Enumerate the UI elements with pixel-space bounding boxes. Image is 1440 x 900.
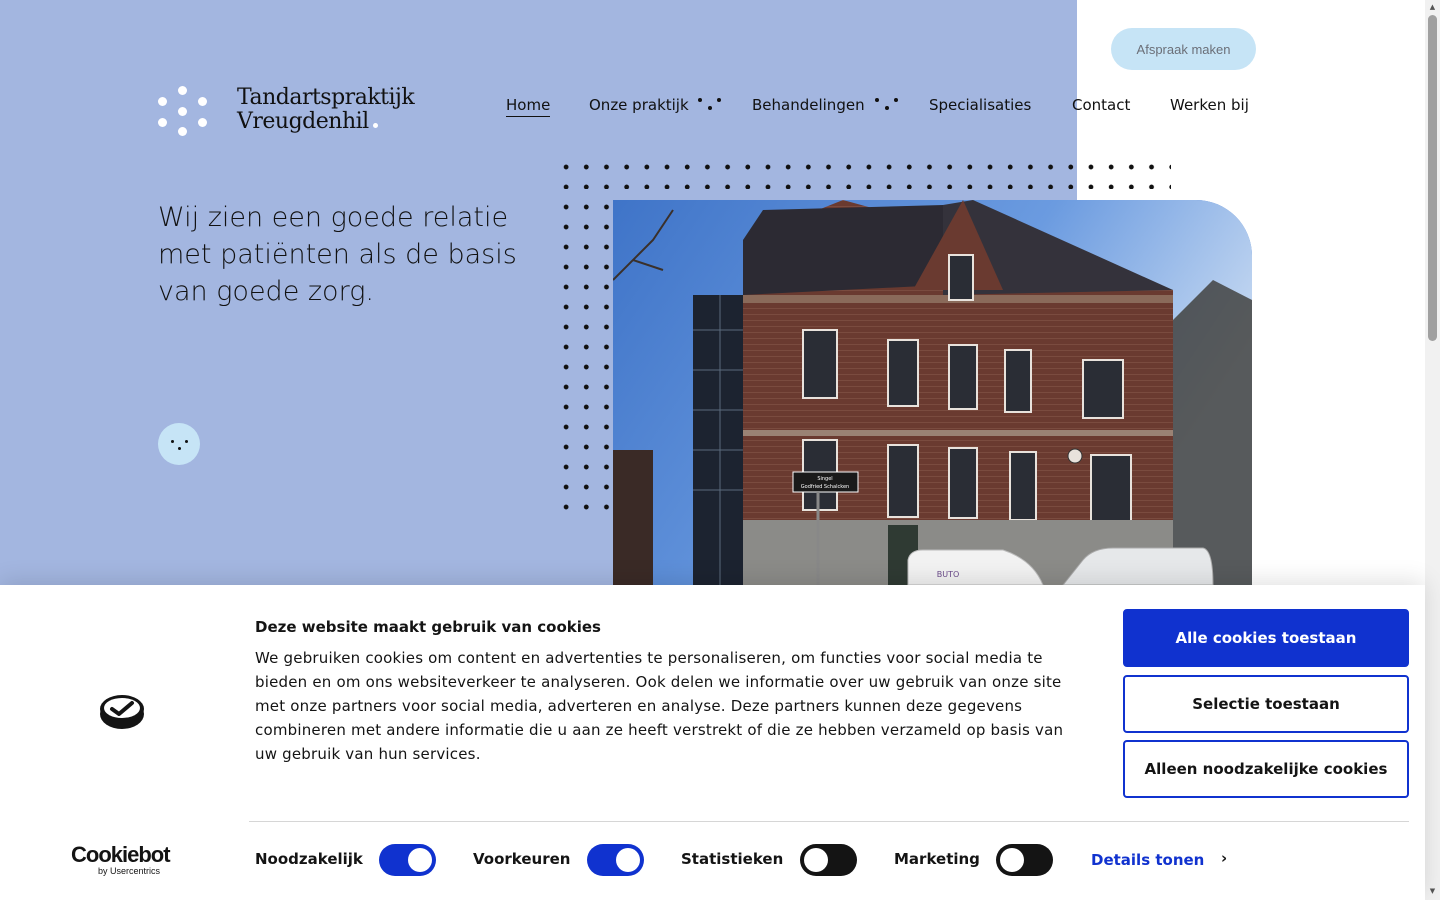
- toggle-label-statistics: Statistieken: [681, 850, 784, 868]
- chevron-right-icon[interactable]: ›: [1221, 849, 1227, 867]
- cookiebot-by: by Usercentrics: [98, 866, 161, 876]
- allow-all-cookies-button[interactable]: Alle cookies toestaan: [1123, 609, 1409, 667]
- scroll-up-arrow-icon[interactable]: ▲: [1428, 3, 1437, 12]
- cookie-description: We gebruiken cookies om content en adver…: [255, 649, 1064, 763]
- nav-specialisaties[interactable]: Specialisaties: [929, 96, 1031, 114]
- logo-line-2: Vreugdenhil: [237, 109, 369, 134]
- toggle-label-preferences: Voorkeuren: [473, 850, 571, 868]
- nav-onze-praktijk[interactable]: Onze praktijk: [589, 96, 689, 114]
- allow-selection-button[interactable]: Selectie toestaan: [1123, 675, 1409, 733]
- site-logo[interactable]: Tandartspraktijk Vreugdenhil: [158, 85, 415, 136]
- toggle-knob: [804, 848, 828, 872]
- toggle-label-marketing: Marketing: [894, 850, 980, 868]
- nav-behandelingen[interactable]: Behandelingen: [752, 96, 865, 114]
- logo-line-1: Tandartspraktijk: [237, 85, 415, 110]
- show-details-link[interactable]: Details tonen: [1091, 851, 1204, 869]
- toggle-statistics[interactable]: [800, 844, 857, 876]
- dropdown-dots-icon[interactable]: [698, 96, 722, 112]
- toggle-preferences[interactable]: [587, 844, 644, 876]
- nav-contact[interactable]: Contact: [1072, 96, 1130, 114]
- scroll-down-arrow-icon[interactable]: ▼: [1428, 887, 1437, 896]
- scrollbar-thumb[interactable]: [1428, 15, 1437, 341]
- nav-home[interactable]: Home: [506, 96, 551, 117]
- dropdown-dots-icon[interactable]: [875, 96, 899, 112]
- hero-tagline: Wij zien een goede relatie met patiënten…: [158, 202, 517, 307]
- nav-werken-bij[interactable]: Werken bij: [1170, 96, 1249, 114]
- street-sign-line-1: Singel: [817, 476, 832, 482]
- street-sign-line-2: Godfried Schalcken: [801, 484, 849, 490]
- cookie-consent-icon: [100, 695, 144, 729]
- logo-wordmark: Tandartspraktijk Vreugdenhil: [237, 85, 415, 134]
- toggle-knob: [408, 848, 432, 872]
- cookiebot-brand: Cookiebot: [71, 842, 171, 867]
- necessary-only-button[interactable]: Alleen noodzakelijke cookies: [1123, 740, 1409, 798]
- toggle-marketing[interactable]: [996, 844, 1053, 876]
- toggle-knob: [1000, 848, 1024, 872]
- cookie-divider: [249, 821, 1409, 822]
- cookiebot-logo[interactable]: Cookiebot by Usercentrics: [71, 844, 181, 878]
- cookie-banner: Deze website maakt gebruik van cookies W…: [0, 585, 1425, 900]
- dot-pattern-left: [556, 197, 617, 512]
- toggle-necessary[interactable]: [379, 844, 436, 876]
- scroll-down-button[interactable]: [158, 423, 200, 465]
- practice-building-photo: Singel Godfried Schalcken BUTO: [613, 200, 1252, 585]
- logo-dots-icon: [158, 86, 208, 136]
- cookie-title: Deze website maakt gebruik van cookies: [255, 618, 601, 636]
- van-label: BUTO: [937, 570, 960, 579]
- logo-dot-icon: [372, 123, 378, 128]
- toggle-label-necessary: Noodzakelijk: [255, 850, 363, 868]
- toggle-knob: [616, 848, 640, 872]
- appointment-button[interactable]: Afspraak maken: [1111, 28, 1256, 70]
- dot-pattern-top: [556, 157, 1171, 189]
